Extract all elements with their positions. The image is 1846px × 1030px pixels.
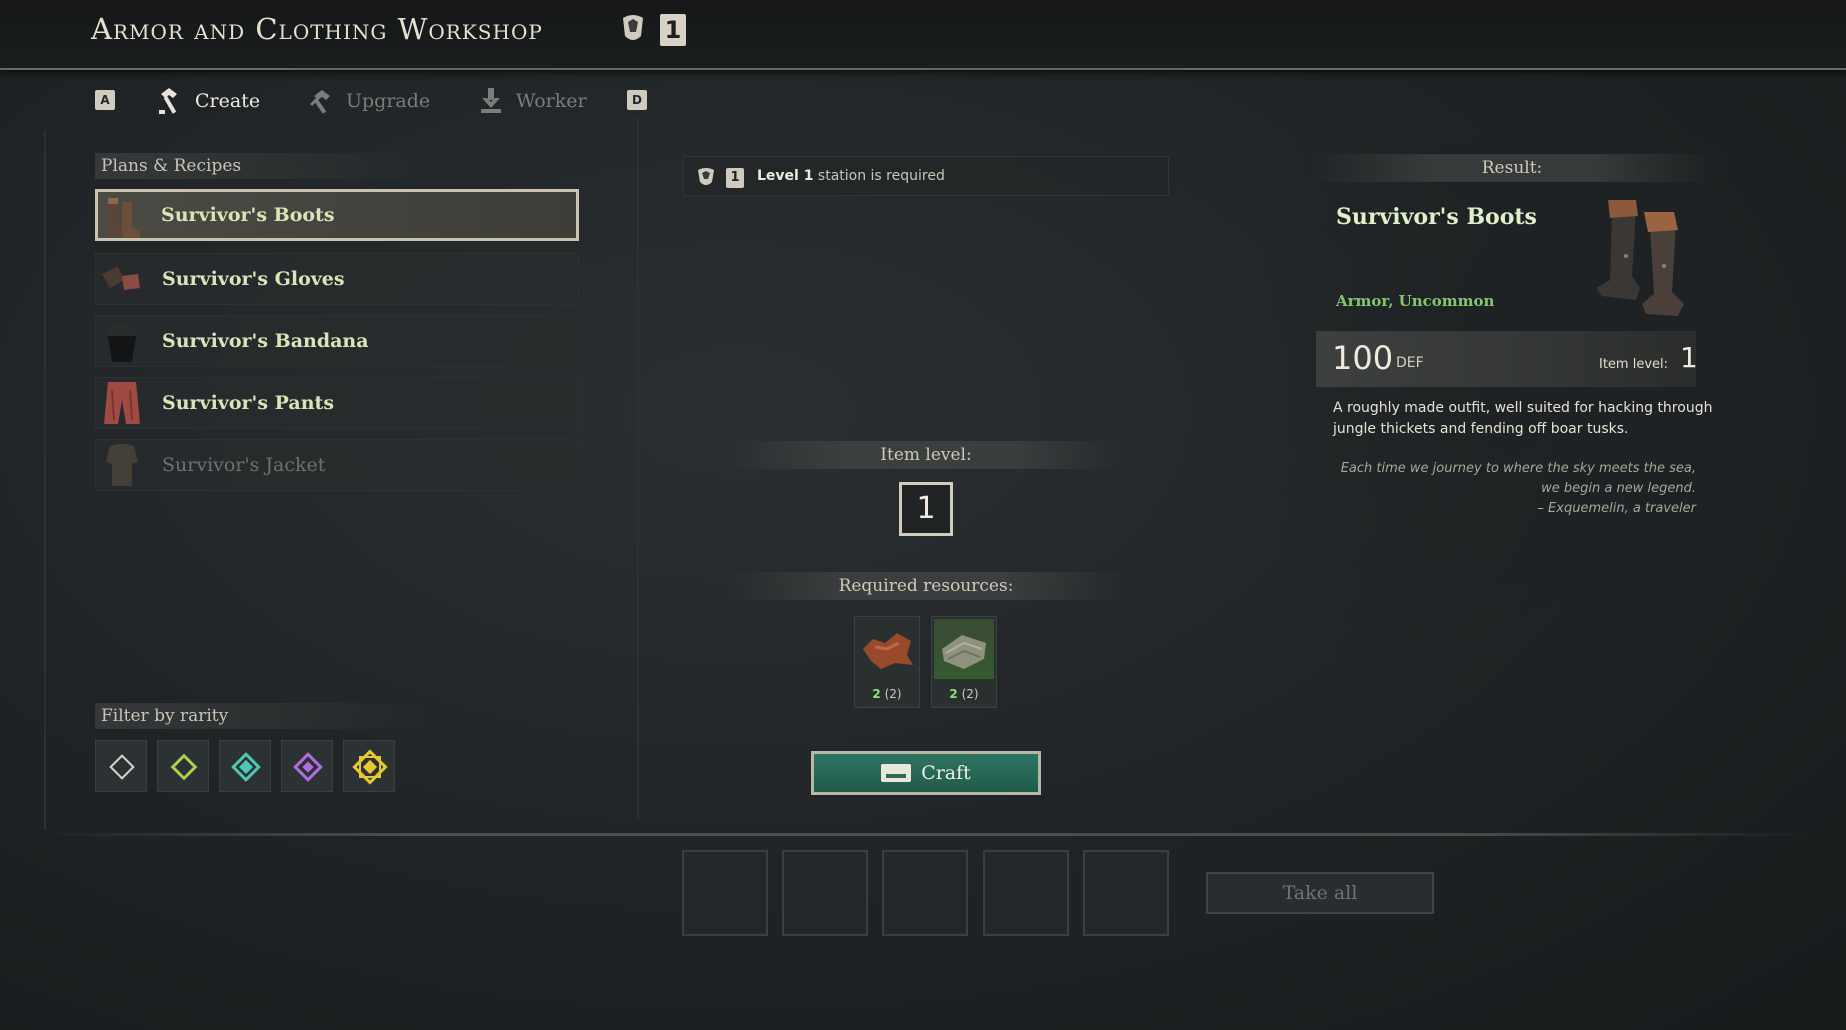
output-divider [40,833,1810,836]
result-description: A roughly made outfit, well suited for h… [1333,400,1713,437]
left-border [44,130,46,830]
quote-line: Each time we journey to where the sky me… [1340,461,1696,476]
result-item-name: Survivor's Boots [1336,204,1537,230]
tab-worker[interactable]: Worker [476,86,587,116]
left-panel-divider [637,118,639,818]
tab-create-label: Create [195,90,261,112]
gloves-thumbnail-icon [102,266,140,290]
take-all-button[interactable]: Take all [1206,872,1434,914]
station-emblem-icon [623,15,643,40]
filter-header: Filter by rarity [95,703,431,729]
recipe-survivors-jacket[interactable]: Survivor's Jacket [95,439,579,491]
boots-item-icon [1596,200,1684,316]
common-rarity-icon [109,754,135,780]
upgrade-hammer-icon [310,90,330,114]
output-slot[interactable] [782,850,868,936]
craft-button[interactable]: Craft [811,751,1041,795]
tab-create[interactable]: Create [155,86,260,116]
tab-worker-label: Worker [516,90,587,112]
worker-icon [481,88,501,113]
bandana-thumbnail-icon [108,322,136,362]
required-level-badge: 1 [726,168,744,188]
epic-rarity-icon [293,752,323,782]
recipe-survivors-bandana[interactable]: Survivor's Bandana [95,315,579,367]
station-requirement-banner: 1 Level 1 station is required [683,156,1169,196]
requirement-text: Level 1 station is required [757,168,945,184]
jacket-thumbnail-icon [106,444,138,486]
leather-icon [863,633,913,669]
filter-common-button[interactable] [95,740,147,792]
hammer-icon [159,88,177,114]
output-slot[interactable] [882,850,968,936]
resource-slot-cloth[interactable]: 2 (2) [931,616,997,708]
station-level-badge: 1 [660,14,686,46]
quote-attribution: – Exquemelin, a traveler [1537,501,1696,516]
resource-slot-leather[interactable]: 2 (2) [854,616,920,708]
cloth-icon [942,635,986,669]
recipe-name: Survivor's Boots [161,204,335,226]
filter-legendary-button[interactable] [343,740,395,792]
rare-rarity-icon [231,752,261,782]
recipe-survivors-pants[interactable]: Survivor's Pants [95,377,579,429]
recipe-survivors-boots[interactable]: Survivor's Boots [95,189,579,241]
prev-tab-key[interactable]: A [95,90,115,110]
result-header: Result: [1312,154,1712,182]
recipe-name: Survivor's Pants [162,392,335,414]
resource-count: 2 (2) [949,687,979,701]
item-level-header: Item level: [726,441,1126,469]
requirement-suffix: station is required [817,168,945,184]
recipes-header: Plans & Recipes [95,153,431,179]
defense-value: 100 [1332,339,1394,377]
spacebar-key-icon [881,764,912,782]
recipe-survivors-gloves[interactable]: Survivor's Gloves [95,253,579,305]
tab-upgrade[interactable]: Upgrade [306,86,430,116]
result-item-level-label: Item level: [1599,357,1669,372]
craft-label: Craft [921,762,971,784]
resources-header: Required resources: [726,572,1126,600]
filter-epic-button[interactable] [281,740,333,792]
result-stat-bar: 100 DEF Item level: 1 [1316,331,1698,387]
result-item-level-value: 1 [1680,341,1698,374]
item-level-selector[interactable]: 1 [899,482,953,536]
recipe-name: Survivor's Jacket [162,454,326,476]
output-slot[interactable] [983,850,1069,936]
uncommon-rarity-icon [170,753,198,781]
next-tab-key[interactable]: D [627,90,647,110]
recipe-name: Survivor's Gloves [162,268,345,290]
requirement-level: Level 1 [757,168,814,184]
resource-count: 2 (2) [872,687,902,701]
filter-uncommon-button[interactable] [157,740,209,792]
defense-label: DEF [1396,355,1424,371]
result-item-type: Armor, Uncommon [1336,292,1495,310]
pants-thumbnail-icon [104,382,140,424]
legendary-rarity-icon [352,749,388,785]
workshop-title: Armor and Clothing Workshop [91,12,543,46]
filter-rare-button[interactable] [219,740,271,792]
result-flavor-quote: Each time we journey to where the sky me… [1290,459,1696,519]
recipe-name: Survivor's Bandana [162,330,369,352]
boots-thumbnail-icon [108,198,140,238]
station-emblem-icon [698,168,714,185]
tab-upgrade-label: Upgrade [346,90,431,112]
quote-line: we begin a new legend. [1541,481,1696,496]
output-slot[interactable] [1083,850,1169,936]
output-slot[interactable] [682,850,768,936]
